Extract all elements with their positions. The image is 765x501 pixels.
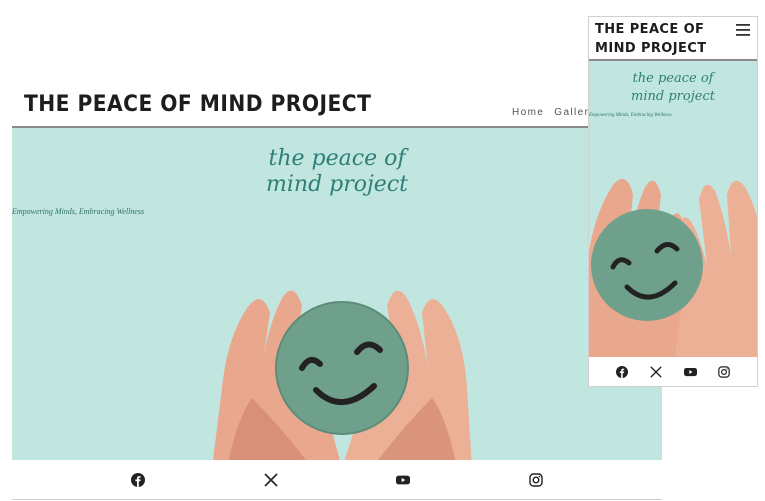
hamburger-icon[interactable] <box>735 23 751 37</box>
instagram-icon[interactable] <box>529 472 543 487</box>
mobile-hands-smiley-image <box>589 178 757 357</box>
mobile-preview: THE PEACE OF MIND PROJECT the peace of m… <box>588 16 758 387</box>
facebook-icon[interactable] <box>131 472 146 487</box>
mobile-hero-banner: the peace of mind project Empowering Min… <box>589 61 757 357</box>
youtube-icon[interactable] <box>683 365 697 379</box>
x-icon[interactable] <box>264 472 278 487</box>
mobile-header: THE PEACE OF MIND PROJECT <box>589 17 757 61</box>
nav-item-gallery[interactable]: Galler <box>554 107 589 118</box>
instagram-icon[interactable] <box>717 365 731 379</box>
mobile-hero-brand-line2: mind project <box>631 89 715 104</box>
mobile-hero-brand-line1: the peace of <box>632 71 714 86</box>
nav-item-home[interactable]: Home <box>512 107 544 118</box>
hands-smiley-image <box>213 290 472 460</box>
mobile-social-links <box>589 357 757 386</box>
desktop-preview: THE PEACE OF MIND PROJECT Home Galler th… <box>12 90 662 501</box>
youtube-icon[interactable] <box>396 473 411 487</box>
site-header: THE PEACE OF MIND PROJECT Home Galler <box>12 90 662 128</box>
hero-tagline: Empowering Minds, Embracing Wellness <box>12 207 145 216</box>
hero-brand-line2: mind project <box>266 172 408 197</box>
main-nav: Home Galler <box>512 107 589 118</box>
mobile-site-title[interactable]: THE PEACE OF MIND PROJECT <box>595 20 725 58</box>
social-links <box>12 460 662 500</box>
x-icon[interactable] <box>649 365 663 379</box>
facebook-icon[interactable] <box>615 365 629 379</box>
hero-brand-line1: the peace of <box>268 146 406 171</box>
mobile-hero-tagline: Empowering Minds, Embracing Wellness <box>589 113 672 118</box>
hero-banner: the peace of mind project Empowering Min… <box>12 128 662 460</box>
site-title[interactable]: THE PEACE OF MIND PROJECT <box>24 92 371 117</box>
